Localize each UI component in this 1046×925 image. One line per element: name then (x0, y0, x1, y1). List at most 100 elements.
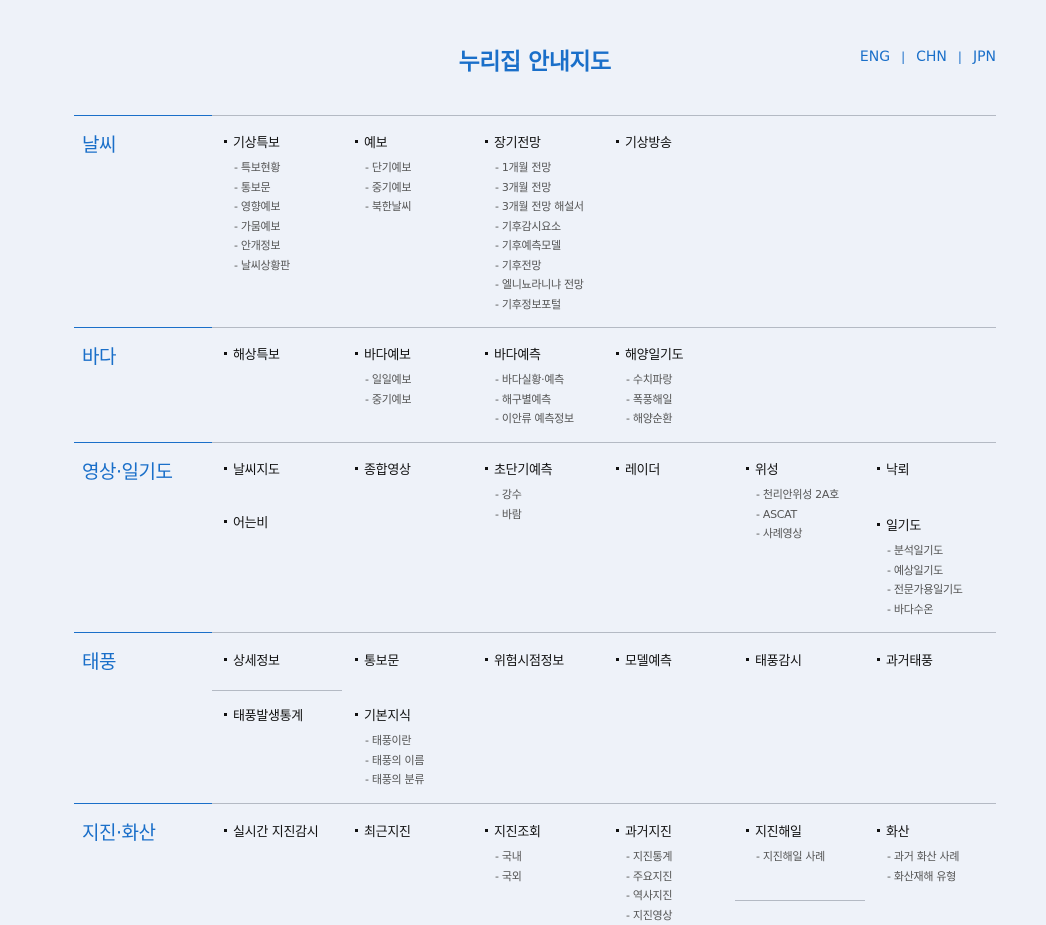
group-title[interactable]: 장기전망 (485, 132, 613, 151)
sub-menu-item[interactable]: 바다수온 (887, 600, 1005, 620)
group-title[interactable]: 어는비 (224, 512, 352, 531)
sub-menu-item[interactable]: 바다실황·예측 (495, 370, 613, 390)
sub-menu-item[interactable]: 기후감시요소 (495, 217, 613, 237)
group-title[interactable]: 예보 (355, 132, 483, 151)
sub-menu-item[interactable]: 단기예보 (365, 158, 483, 178)
group-title[interactable]: 종합영상 (355, 459, 483, 478)
sub-menu-item[interactable]: 북한날씨 (365, 197, 483, 217)
sub-menu-item[interactable]: 1개월 전망 (495, 158, 613, 178)
sub-menu-item[interactable]: 3개월 전망 해설서 (495, 197, 613, 217)
group-title[interactable]: 초단기예측 (485, 459, 613, 478)
group-title[interactable]: 최근지진 (355, 821, 483, 840)
lang-chn-link[interactable]: CHN (916, 49, 947, 65)
group-title[interactable]: 지진해일 (746, 821, 874, 840)
sub-menu-item[interactable]: 국외 (495, 867, 613, 887)
group-marine-warning: 해상특보 (224, 344, 352, 363)
group-past-typhoon: 과거태풍 (877, 650, 1005, 669)
lang-separator: | (901, 50, 905, 64)
sub-menu-item[interactable]: 예상일기도 (887, 561, 1005, 581)
sub-menu-item[interactable]: 과거 화산 사례 (887, 847, 1005, 867)
section-accent-line (74, 327, 212, 328)
sub-menu-item[interactable]: 폭풍해일 (626, 390, 744, 410)
group-title[interactable]: 과거지진 (616, 821, 744, 840)
sub-menu-item[interactable]: 강수 (495, 485, 613, 505)
sub-menu-item[interactable]: ASCAT (756, 505, 874, 525)
sub-menu-item[interactable]: 기후예측모델 (495, 236, 613, 256)
sub-menu-item[interactable]: 태풍의 이름 (365, 751, 483, 771)
sub-menu-item[interactable]: 분석일기도 (887, 541, 1005, 561)
category-marine[interactable]: 바다 (82, 342, 116, 369)
sub-menu-item[interactable]: 바람 (495, 505, 613, 525)
sub-menu-item[interactable]: 전문가용일기도 (887, 580, 1005, 600)
sub-menu-item[interactable]: 해양순환 (626, 409, 744, 429)
group-title[interactable]: 날씨지도 (224, 459, 352, 478)
group-title[interactable]: 바다예측 (485, 344, 613, 363)
group-forecast: 예보 단기예보중기예보북한날씨 (355, 132, 483, 217)
sub-menu-item[interactable]: 화산재해 유형 (887, 867, 1005, 887)
lang-eng-link[interactable]: ENG (860, 49, 890, 65)
sub-menu: 분석일기도예상일기도전문가용일기도바다수온 (877, 541, 1005, 619)
sub-menu-item[interactable]: 국내 (495, 847, 613, 867)
sub-menu-item[interactable]: 태풍의 분류 (365, 770, 483, 790)
sub-menu-item[interactable]: 주요지진 (626, 867, 744, 887)
group-freezing-rain: 어는비 (224, 512, 352, 531)
group-title[interactable]: 해상특보 (224, 344, 352, 363)
sub-menu-item[interactable]: 중기예보 (365, 178, 483, 198)
sub-menu-item[interactable]: 사례영상 (756, 524, 874, 544)
sub-menu: 1개월 전망3개월 전망3개월 전망 해설서기후감시요소기후예측모델기후전망엘니… (485, 158, 613, 314)
sub-menu-item[interactable]: 영향예보 (234, 197, 352, 217)
sub-menu-item[interactable]: 해구별예측 (495, 390, 613, 410)
sub-menu: 태풍이란태풍의 이름태풍의 분류 (355, 731, 483, 790)
category-imagery[interactable]: 영상·일기도 (82, 457, 172, 484)
group-lightning: 낙뢰 (877, 459, 1005, 478)
group-title[interactable]: 태풍감시 (746, 650, 874, 669)
sub-menu-item[interactable]: 엘니뇨라니냐 전망 (495, 275, 613, 295)
group-title[interactable]: 기상방송 (616, 132, 744, 151)
group-satellite: 위성 천리안위성 2A호ASCAT사례영상 (746, 459, 874, 544)
group-title[interactable]: 실시간 지진감시 (224, 821, 352, 840)
sub-menu-item[interactable]: 안개정보 (234, 236, 352, 256)
sub-menu-item[interactable]: 통보문 (234, 178, 352, 198)
lang-jpn-link[interactable]: JPN (973, 49, 996, 65)
sub-menu-item[interactable]: 일일예보 (365, 370, 483, 390)
sub-menu-item[interactable]: 수치파랑 (626, 370, 744, 390)
sub-menu-item[interactable]: 지진영상 (626, 906, 744, 925)
sub-menu-item[interactable]: 지진통계 (626, 847, 744, 867)
category-typhoon[interactable]: 태풍 (82, 647, 116, 674)
group-model-prediction: 모델예측 (616, 650, 744, 669)
sub-menu-item[interactable]: 가뭄예보 (234, 217, 352, 237)
group-title[interactable]: 기상특보 (224, 132, 352, 151)
group-title[interactable]: 화산 (877, 821, 1005, 840)
category-weather[interactable]: 날씨 (82, 130, 116, 157)
group-title[interactable]: 바다예보 (355, 344, 483, 363)
language-selector: ENG | CHN | JPN (860, 49, 996, 65)
group-title[interactable]: 위험시점정보 (485, 650, 613, 669)
group-title[interactable]: 해양일기도 (616, 344, 744, 363)
sub-menu-item[interactable]: 역사지진 (626, 886, 744, 906)
sub-menu-item[interactable]: 태풍이란 (365, 731, 483, 751)
group-title[interactable]: 지진조회 (485, 821, 613, 840)
sub-menu: 바다실황·예측해구별예측이안류 예측정보 (485, 370, 613, 429)
sub-menu-item[interactable]: 3개월 전망 (495, 178, 613, 198)
group-title[interactable]: 레이더 (616, 459, 744, 478)
group-title[interactable]: 기본지식 (355, 705, 483, 724)
sub-menu-item[interactable]: 지진해일 사례 (756, 847, 874, 867)
sub-menu-item[interactable]: 중기예보 (365, 390, 483, 410)
sub-menu-item[interactable]: 날씨상황판 (234, 256, 352, 276)
group-title[interactable]: 상세정보 (224, 650, 352, 669)
group-title[interactable]: 위성 (746, 459, 874, 478)
group-title[interactable]: 모델예측 (616, 650, 744, 669)
section-typhoon: 태풍 상세정보 통보문 위험시점정보 모델예측 태풍감시 과거태풍 태풍발생통계… (74, 632, 996, 633)
sub-menu-item[interactable]: 기후전망 (495, 256, 613, 276)
group-title[interactable]: 태풍발생통계 (224, 705, 352, 724)
sub-menu-item[interactable]: 이안류 예측정보 (495, 409, 613, 429)
group-title[interactable]: 일기도 (877, 515, 1005, 534)
group-title[interactable]: 낙뢰 (877, 459, 1005, 478)
sub-menu-item[interactable]: 천리안위성 2A호 (756, 485, 874, 505)
sub-menu-item[interactable]: 특보현황 (234, 158, 352, 178)
sub-menu-item[interactable]: 기후정보포털 (495, 295, 613, 315)
section-accent-line (74, 115, 212, 116)
group-title[interactable]: 과거태풍 (877, 650, 1005, 669)
category-earthquake[interactable]: 지진·화산 (82, 818, 155, 845)
group-title[interactable]: 통보문 (355, 650, 483, 669)
